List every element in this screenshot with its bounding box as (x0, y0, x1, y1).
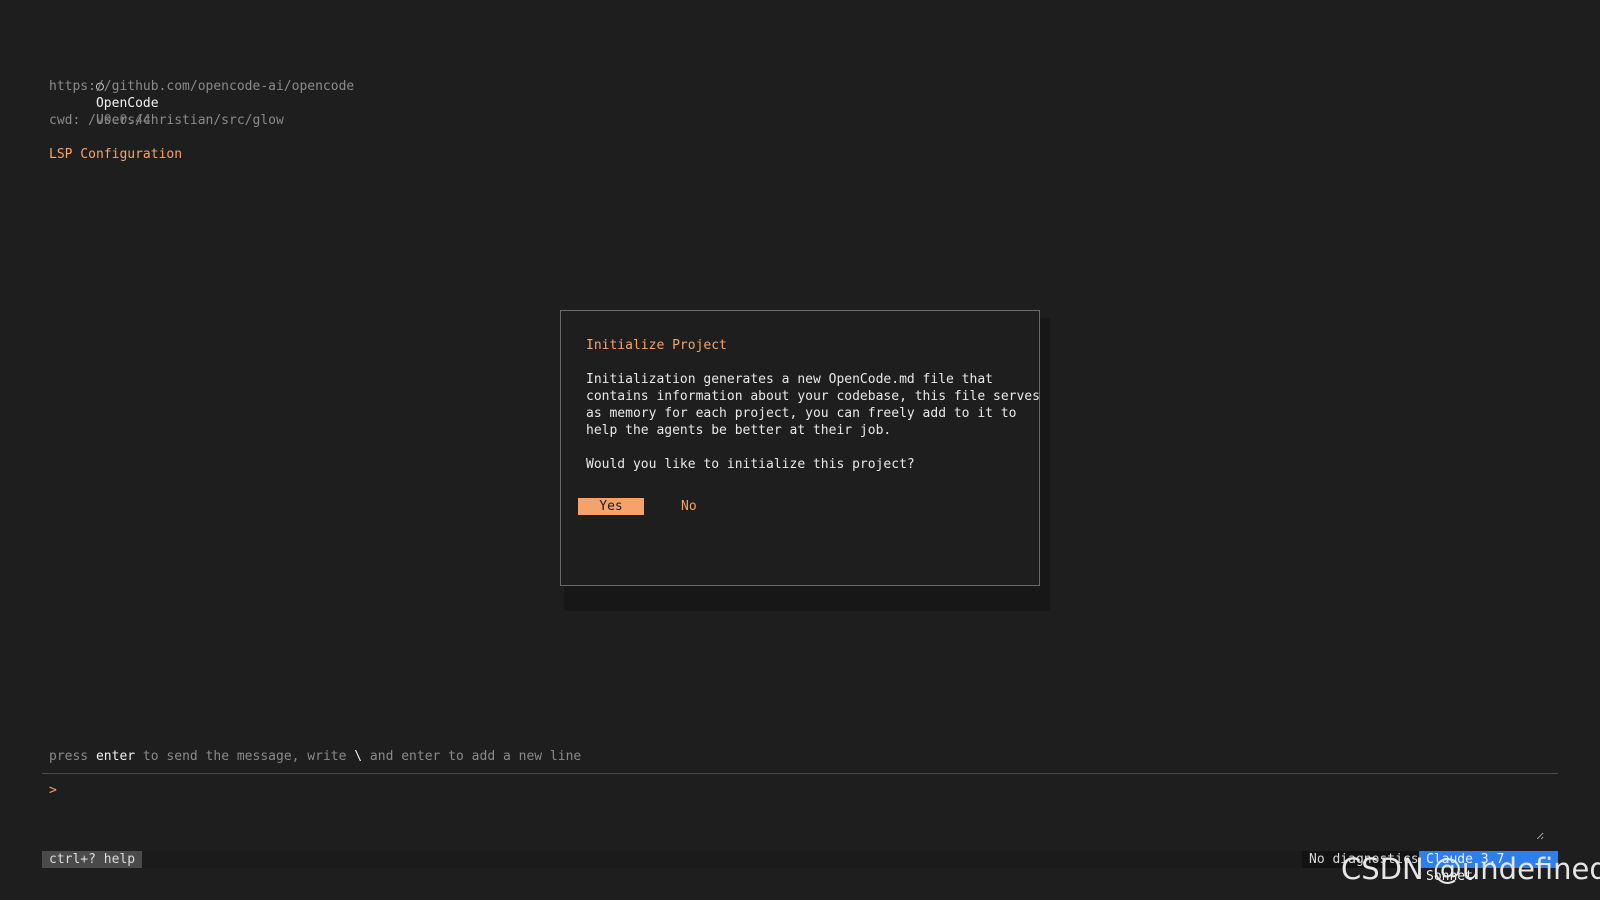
input-divider (42, 773, 1558, 774)
dialog-question: Would you like to initialize this projec… (586, 457, 915, 472)
dialog-buttons: Yes No (578, 498, 1014, 515)
no-button[interactable]: No (681, 498, 697, 515)
terminal-window: ○ OpenCode v0.0.44 https://github.com/op… (0, 0, 1600, 900)
current-working-directory: cwd: /Users/christian/src/glow (49, 113, 284, 128)
hint-prefix: press (49, 749, 96, 764)
dialog-title: Initialize Project (586, 338, 727, 353)
prompt-chevron-icon: > (49, 783, 57, 798)
input-hint: press enter to send the message, write \… (49, 749, 581, 764)
hint-middle: to send the message, write (135, 749, 355, 764)
dialog-description: Initialization generates a new OpenCode.… (586, 372, 1040, 438)
initialize-project-dialog: Initialize Project Initialization genera… (560, 310, 1040, 586)
hint-suffix: and enter to add a new line (362, 749, 582, 764)
lsp-configuration-heading: LSP Configuration (49, 147, 183, 162)
hint-backslash-key: \ (354, 749, 363, 764)
hint-enter-key: enter (95, 749, 136, 764)
help-shortcut-badge[interactable]: ctrl+? help (42, 851, 143, 868)
yes-button[interactable]: Yes (578, 498, 644, 515)
repo-url[interactable]: https://github.com/opencode-ai/opencode (49, 78, 354, 95)
message-input[interactable] (64, 780, 1544, 840)
csdn-watermark: CSDN @undefined (1341, 852, 1600, 886)
app-header: ○ OpenCode v0.0.44 https://github.com/op… (49, 61, 354, 163)
app-name: OpenCode (95, 96, 159, 111)
